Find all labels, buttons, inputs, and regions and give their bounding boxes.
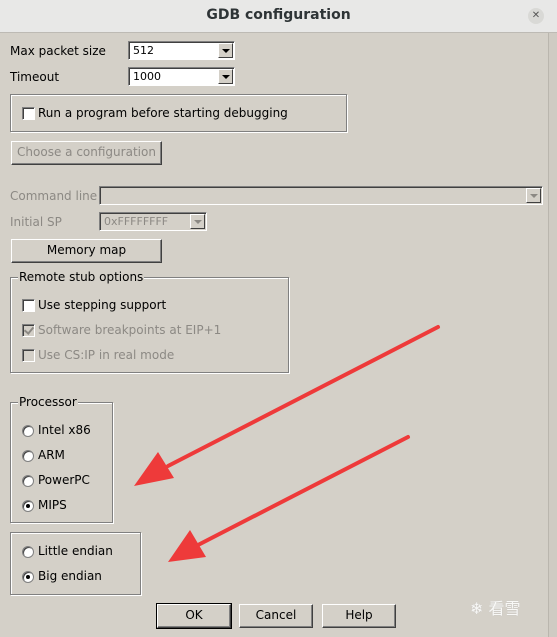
software-breakpoints-checkbox[interactable] [22, 324, 35, 337]
processor-group: Processor Intel x86 ARM PowerPC MIPS [10, 395, 113, 523]
arm-label: ARM [38, 448, 65, 462]
endian-group: Little endian Big endian [10, 532, 141, 595]
chevron-down-icon[interactable] [218, 69, 233, 84]
radio-big-endian[interactable] [22, 571, 34, 583]
command-line-label: Command line [10, 189, 98, 203]
chevron-down-icon[interactable] [526, 188, 541, 203]
choose-configuration-button[interactable]: Choose a configuration [11, 141, 162, 165]
max-packet-size-select[interactable]: 512 [128, 41, 235, 60]
memory-map-button[interactable]: Memory map [11, 239, 162, 263]
command-line-combo[interactable] [99, 186, 543, 205]
cancel-button[interactable]: Cancel [239, 604, 313, 628]
radio-intel-x86[interactable] [22, 425, 34, 437]
title-bar: GDB configuration ✕ [0, 0, 557, 33]
stepping-support-label: Use stepping support [38, 298, 167, 312]
initial-sp-combo[interactable]: 0xFFFFFFFF [99, 212, 207, 231]
cs-ip-label: Use CS:IP in real mode [38, 348, 175, 362]
radio-mips[interactable] [22, 500, 34, 512]
initial-sp-value: 0xFFFFFFFF [104, 215, 169, 228]
little-endian-label: Little endian [38, 544, 113, 558]
chevron-down-icon[interactable] [190, 214, 205, 229]
annotation-arrowhead-endian [168, 530, 206, 562]
max-packet-size-label: Max packet size [10, 44, 106, 58]
mips-label: MIPS [38, 498, 67, 512]
run-program-group: Run a program before starting debugging [10, 94, 347, 132]
annotation-arrowhead-processor [134, 452, 174, 486]
window-title: GDB configuration [206, 7, 351, 23]
chevron-down-icon[interactable] [218, 43, 233, 58]
software-breakpoints-label: Software breakpoints at EIP+1 [38, 323, 222, 337]
scrollbar[interactable] [548, 33, 557, 637]
ok-button[interactable]: OK [156, 603, 232, 629]
remote-stub-title: Remote stub options [18, 270, 145, 284]
close-icon[interactable]: ✕ [528, 8, 544, 24]
help-button[interactable]: Help [322, 604, 396, 628]
timeout-select[interactable]: 1000 [128, 67, 235, 86]
run-program-label: Run a program before starting debugging [38, 106, 288, 120]
stepping-support-checkbox[interactable] [22, 299, 35, 312]
snowflake-icon: ❄ [470, 599, 484, 618]
watermark: ❄ 看雪 [470, 595, 521, 619]
watermark-text: 看雪 [488, 599, 521, 618]
max-packet-size-value: 512 [133, 44, 154, 57]
radio-arm[interactable] [22, 450, 34, 462]
annotation-arrow-endian [196, 435, 410, 547]
timeout-label: Timeout [10, 70, 60, 84]
radio-powerpc[interactable] [22, 475, 34, 487]
radio-little-endian[interactable] [22, 546, 34, 558]
remote-stub-group: Remote stub options Use stepping support… [10, 270, 289, 373]
initial-sp-label: Initial SP [10, 215, 62, 229]
big-endian-label: Big endian [38, 569, 102, 583]
timeout-value: 1000 [133, 70, 161, 83]
run-program-checkbox[interactable] [22, 107, 35, 120]
intel-x86-label: Intel x86 [38, 423, 91, 437]
processor-title: Processor [18, 395, 78, 409]
powerpc-label: PowerPC [38, 473, 90, 487]
cs-ip-checkbox[interactable] [22, 349, 35, 362]
